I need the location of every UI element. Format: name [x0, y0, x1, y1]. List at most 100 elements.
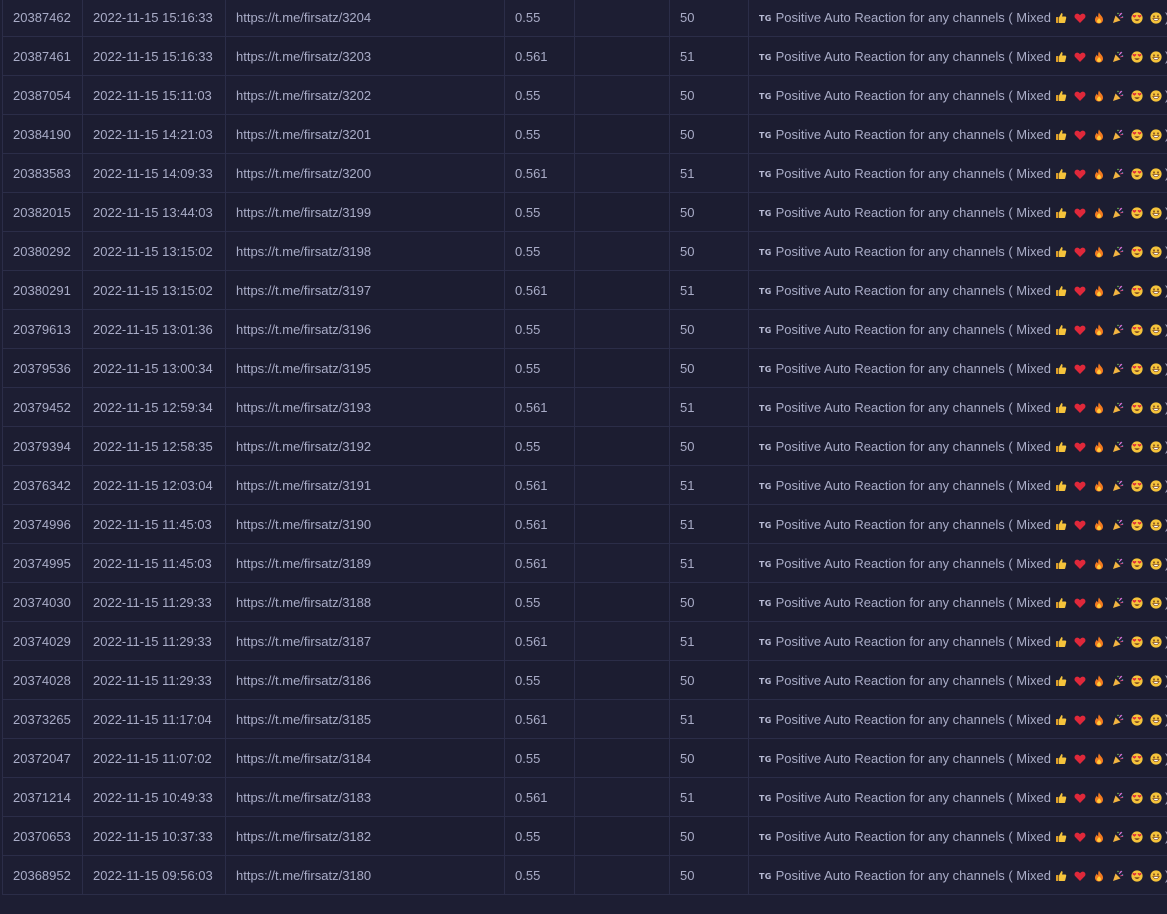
- table-row: 20370653 2022-11-15 10:37:33 https://t.m…: [2, 816, 1167, 856]
- fire-icon: [1093, 90, 1105, 102]
- order-service: TG Positive Auto Reaction for any channel…: [748, 582, 1167, 622]
- order-id: 20382015: [2, 192, 83, 232]
- order-link[interactable]: https://t.me/firsatz/3191: [225, 465, 505, 505]
- grin-icon: [1150, 479, 1162, 492]
- heart-eyes-icon: [1131, 479, 1143, 492]
- order-link[interactable]: https://t.me/firsatz/3193: [225, 387, 505, 427]
- order-service: TG Positive Auto Reaction for any channel…: [748, 0, 1167, 37]
- party-popper-icon: [1112, 324, 1124, 336]
- order-service: TG Positive Auto Reaction for any channel…: [748, 114, 1167, 154]
- heart-icon: [1074, 558, 1086, 570]
- party-popper-icon: [1112, 168, 1124, 180]
- order-link[interactable]: https://t.me/firsatz/3200: [225, 153, 505, 193]
- order-charge: 0.561: [504, 777, 575, 817]
- heart-eyes-icon: [1131, 518, 1143, 531]
- order-start-count: [574, 114, 670, 154]
- order-date: 2022-11-15 14:09:33: [82, 153, 226, 193]
- orders-table: 20387462 2022-11-15 15:16:33 https://t.m…: [2, 0, 1167, 895]
- table-row: 20368952 2022-11-15 09:56:03 https://t.m…: [2, 855, 1167, 895]
- order-quantity: 50: [669, 192, 749, 232]
- party-popper-icon: [1112, 558, 1124, 570]
- order-link[interactable]: https://t.me/firsatz/3186: [225, 660, 505, 700]
- fire-icon: [1093, 558, 1105, 570]
- table-row: 20379613 2022-11-15 13:01:36 https://t.m…: [2, 309, 1167, 349]
- thumbs-up-icon: [1055, 363, 1067, 375]
- order-id: 20379613: [2, 309, 83, 349]
- telegram-badge: TG: [759, 598, 772, 608]
- service-name: Positive Auto Reaction for any channels …: [775, 750, 1051, 766]
- order-service: TG Positive Auto Reaction for any channel…: [748, 36, 1167, 76]
- order-quantity: 51: [669, 465, 749, 505]
- table-row: 20372047 2022-11-15 11:07:02 https://t.m…: [2, 738, 1167, 778]
- order-charge: 0.55: [504, 231, 575, 271]
- order-link[interactable]: https://t.me/firsatz/3183: [225, 777, 505, 817]
- party-popper-icon: [1112, 792, 1124, 804]
- order-link[interactable]: https://t.me/firsatz/3192: [225, 426, 505, 466]
- order-date: 2022-11-15 11:45:03: [82, 543, 226, 583]
- party-popper-icon: [1112, 636, 1124, 648]
- order-quantity: 50: [669, 114, 749, 154]
- service-name: Positive Auto Reaction for any channels …: [775, 828, 1051, 844]
- order-link[interactable]: https://t.me/firsatz/3187: [225, 621, 505, 661]
- order-charge: 0.55: [504, 309, 575, 349]
- order-link[interactable]: https://t.me/firsatz/3204: [225, 0, 505, 37]
- party-popper-icon: [1112, 363, 1124, 375]
- telegram-badge: TG: [759, 637, 772, 647]
- order-link[interactable]: https://t.me/firsatz/3185: [225, 699, 505, 739]
- telegram-badge: TG: [759, 247, 772, 257]
- order-id: 20371214: [2, 777, 83, 817]
- order-link[interactable]: https://t.me/firsatz/3199: [225, 192, 505, 232]
- order-id: 20384190: [2, 114, 83, 154]
- party-popper-icon: [1112, 402, 1124, 414]
- telegram-badge: TG: [759, 364, 772, 374]
- grin-icon: [1150, 752, 1162, 765]
- heart-icon: [1074, 402, 1086, 414]
- table-row: 20376342 2022-11-15 12:03:04 https://t.m…: [2, 465, 1167, 505]
- order-date: 2022-11-15 12:03:04: [82, 465, 226, 505]
- service-name: Positive Auto Reaction for any channels …: [775, 165, 1051, 181]
- service-name: Positive Auto Reaction for any channels …: [775, 594, 1051, 610]
- order-charge: 0.561: [504, 36, 575, 76]
- heart-eyes-icon: [1131, 284, 1143, 297]
- order-link[interactable]: https://t.me/firsatz/3182: [225, 816, 505, 856]
- order-date: 2022-11-15 09:56:03: [82, 855, 226, 895]
- heart-icon: [1074, 753, 1086, 765]
- telegram-badge: TG: [759, 169, 772, 179]
- order-link[interactable]: https://t.me/firsatz/3196: [225, 309, 505, 349]
- order-id: 20372047: [2, 738, 83, 778]
- order-link[interactable]: https://t.me/firsatz/3203: [225, 36, 505, 76]
- order-link[interactable]: https://t.me/firsatz/3201: [225, 114, 505, 154]
- order-service: TG Positive Auto Reaction for any channel…: [748, 816, 1167, 856]
- service-name: Positive Auto Reaction for any channels …: [775, 399, 1051, 415]
- order-date: 2022-11-15 13:01:36: [82, 309, 226, 349]
- heart-eyes-icon: [1131, 674, 1143, 687]
- order-link[interactable]: https://t.me/firsatz/3188: [225, 582, 505, 622]
- table-row: 20374028 2022-11-15 11:29:33 https://t.m…: [2, 660, 1167, 700]
- order-link[interactable]: https://t.me/firsatz/3180: [225, 855, 505, 895]
- order-charge: 0.561: [504, 699, 575, 739]
- order-charge: 0.561: [504, 153, 575, 193]
- order-link[interactable]: https://t.me/firsatz/3189: [225, 543, 505, 583]
- order-link[interactable]: https://t.me/firsatz/3197: [225, 270, 505, 310]
- order-charge: 0.55: [504, 114, 575, 154]
- fire-icon: [1093, 129, 1105, 141]
- order-link[interactable]: https://t.me/firsatz/3198: [225, 231, 505, 271]
- heart-eyes-icon: [1131, 401, 1143, 414]
- party-popper-icon: [1112, 246, 1124, 258]
- order-link[interactable]: https://t.me/firsatz/3190: [225, 504, 505, 544]
- party-popper-icon: [1112, 51, 1124, 63]
- table-row: 20374029 2022-11-15 11:29:33 https://t.m…: [2, 621, 1167, 661]
- order-link[interactable]: https://t.me/firsatz/3202: [225, 75, 505, 115]
- fire-icon: [1093, 168, 1105, 180]
- service-name: Positive Auto Reaction for any channels …: [775, 711, 1051, 727]
- order-link[interactable]: https://t.me/firsatz/3195: [225, 348, 505, 388]
- telegram-badge: TG: [759, 325, 772, 335]
- order-link[interactable]: https://t.me/firsatz/3184: [225, 738, 505, 778]
- service-name: Positive Auto Reaction for any channels …: [775, 282, 1051, 298]
- thumbs-up-icon: [1055, 402, 1067, 414]
- order-quantity: 50: [669, 582, 749, 622]
- heart-eyes-icon: [1131, 635, 1143, 648]
- thumbs-up-icon: [1055, 129, 1067, 141]
- telegram-badge: TG: [759, 286, 772, 296]
- order-quantity: 51: [669, 504, 749, 544]
